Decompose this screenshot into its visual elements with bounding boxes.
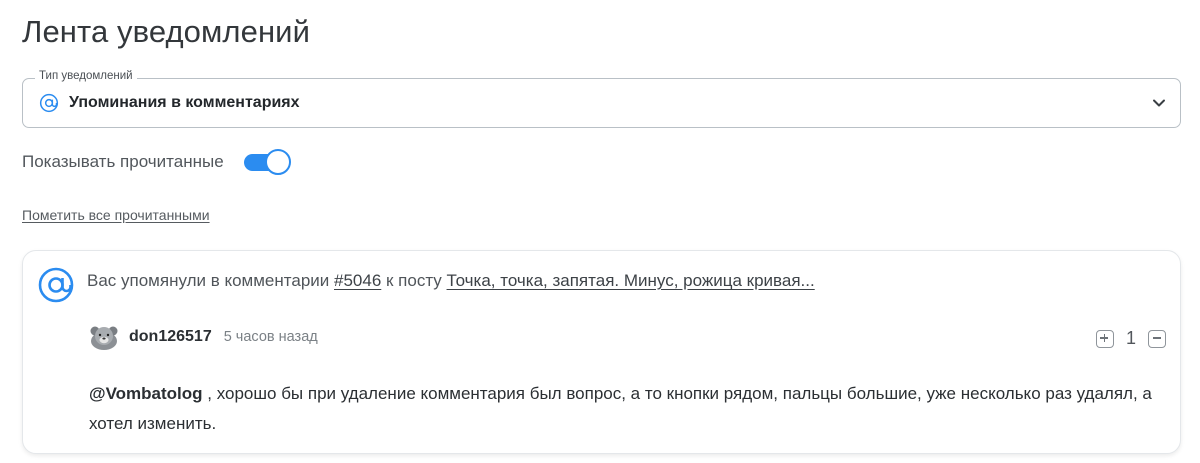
rating-count: 1 — [1125, 328, 1136, 348]
mention[interactable]: @Vombatolog — [89, 384, 203, 403]
select-value: Упоминания в комментариях — [69, 94, 300, 111]
author-row: don126517 5 часов назад — [89, 323, 318, 351]
avatar[interactable] — [89, 324, 119, 350]
comment-text: @Vombatolog , хорошо бы при удаление ком… — [89, 379, 1169, 439]
comment-body: , хорошо бы при удаление комментария был… — [89, 384, 1152, 433]
post-link[interactable]: Точка, точка, запятая. Минус, рожица кри… — [447, 271, 815, 290]
author-name[interactable]: don126517 — [129, 328, 212, 346]
at-icon — [39, 93, 59, 113]
at-icon — [38, 267, 74, 303]
chevron-down-icon[interactable] — [1152, 96, 1166, 110]
vote-control: 1 — [1095, 328, 1166, 349]
select-legend: Тип уведомлений — [35, 70, 137, 82]
page-title: Лента уведомлений — [22, 14, 311, 49]
show-read-row: Показывать прочитанные — [22, 149, 291, 175]
downvote-button[interactable] — [1148, 329, 1166, 348]
notification-header: Вас упомянули в комментарии #5046 к пост… — [87, 271, 815, 291]
notification-middle: к посту — [381, 271, 447, 290]
notification-type-select[interactable]: Тип уведомлений Упоминания в комментария… — [22, 70, 1181, 128]
notification-card: Вас упомянули в комментарии #5046 к пост… — [22, 250, 1181, 454]
notification-prefix: Вас упомянули в комментарии — [87, 271, 334, 290]
toggle-knob — [264, 149, 291, 175]
upvote-button[interactable] — [1095, 329, 1114, 348]
comment-link[interactable]: #5046 — [334, 271, 381, 290]
show-read-toggle[interactable] — [243, 149, 291, 175]
show-read-label: Показывать прочитанные — [22, 152, 224, 171]
mark-all-read-link[interactable]: Пометить все прочитанными — [22, 207, 210, 223]
comment-time: 5 часов назад — [223, 329, 318, 345]
